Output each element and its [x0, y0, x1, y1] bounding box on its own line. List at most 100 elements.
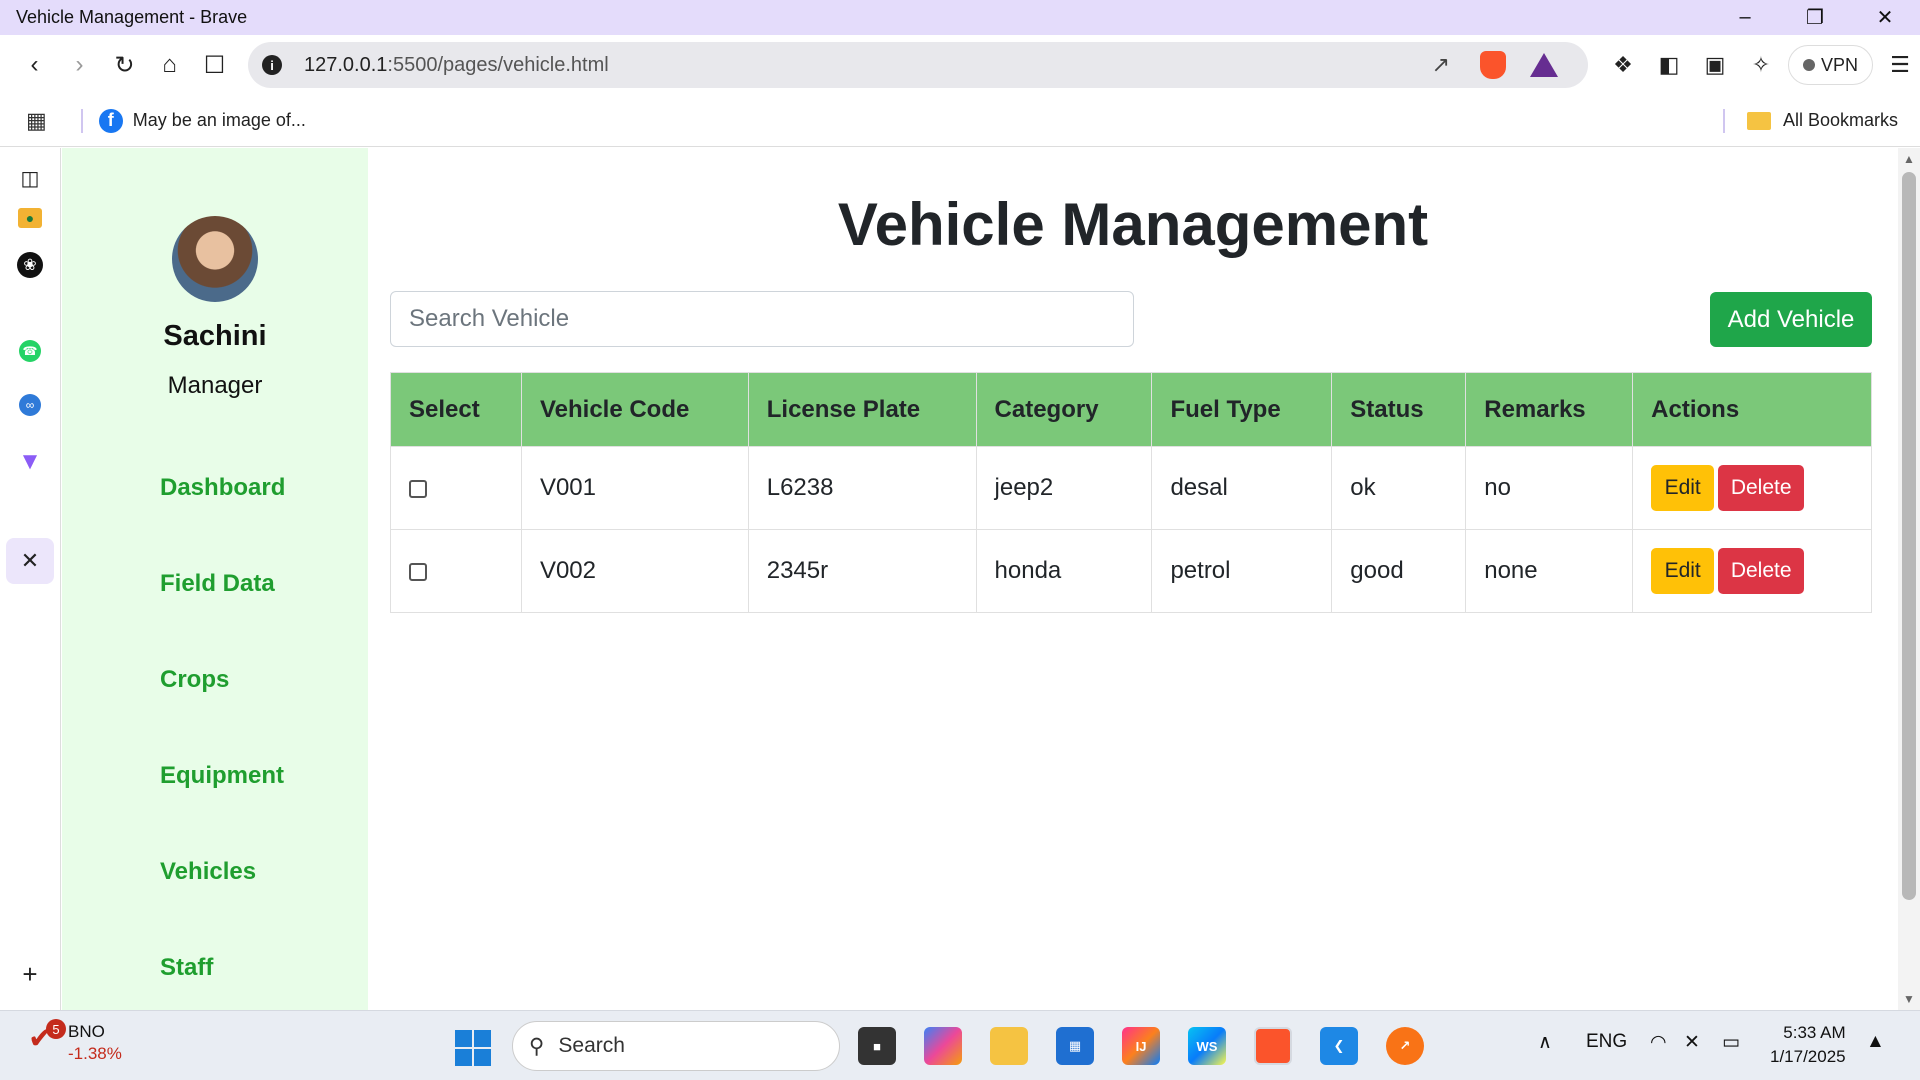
webstorm-icon[interactable]: WS	[1188, 1027, 1226, 1065]
site-info-icon[interactable]: i	[262, 55, 282, 75]
col-status: Status	[1331, 372, 1467, 447]
nav-vehicles[interactable]: Vehicles	[160, 858, 256, 886]
contacts-icon[interactable]: ●	[18, 208, 42, 228]
add-vehicle-button[interactable]: Add Vehicle	[1710, 292, 1872, 347]
row-select-checkbox[interactable]	[409, 562, 427, 581]
wifi-icon[interactable]: ◠	[1650, 1031, 1667, 1054]
bookmarks-divider	[80, 108, 83, 133]
table-row: V001 L6238 jeep2 desal ok no Edit Delete	[390, 446, 1872, 530]
postman-icon[interactable]: ↗	[1386, 1027, 1424, 1065]
microsoft-store-icon[interactable]: ▦	[1056, 1027, 1094, 1065]
taskbar-search[interactable]: ⚲ Search	[512, 1021, 840, 1071]
add-panel-icon[interactable]: +	[14, 958, 46, 990]
menu-icon[interactable]: ☰	[1877, 42, 1920, 88]
minimize-icon[interactable]: –	[1710, 0, 1780, 35]
bookmarks-divider-right	[1722, 108, 1725, 133]
main-content: Vehicle Management Add Vehicle Select Ve…	[368, 148, 1898, 1010]
user-name: Sachini	[163, 320, 267, 352]
col-fuel-type: Fuel Type	[1151, 372, 1333, 447]
apps-grid-icon[interactable]: ▦	[26, 108, 47, 134]
delete-button[interactable]: Delete	[1718, 465, 1805, 511]
home-icon[interactable]: ⌂	[147, 43, 192, 88]
clock-time: 5:33 AM	[1783, 1023, 1846, 1042]
windows-start-icon[interactable]	[455, 1030, 491, 1066]
page-scrollbar[interactable]: ▲ ▼	[1898, 148, 1920, 1010]
task-view-icon[interactable]: ■	[858, 1027, 896, 1065]
nav-staff[interactable]: Staff	[160, 954, 213, 982]
edit-button[interactable]: Edit	[1651, 548, 1715, 594]
close-panel-icon[interactable]: ✕	[6, 538, 54, 584]
delete-button[interactable]: Delete	[1718, 548, 1805, 594]
leo-ai-icon[interactable]: ✧	[1738, 42, 1784, 88]
col-select: Select	[390, 372, 522, 447]
notification-bell-icon[interactable]: ▲	[1866, 1031, 1885, 1053]
copilot-icon[interactable]	[924, 1027, 962, 1065]
link-icon[interactable]: ∞	[19, 394, 41, 416]
language-indicator[interactable]: ENG	[1586, 1031, 1627, 1053]
facebook-icon: f	[98, 108, 123, 133]
folder-icon	[1746, 111, 1771, 130]
cell-remarks: no	[1465, 446, 1634, 530]
cell-category: jeep2	[975, 446, 1153, 530]
nav-field-data[interactable]: Field Data	[160, 570, 275, 598]
taskbar: ✔ 5 BNO -1.38% ⚲ Search ■ ▦ IJ WS ❮ ↗ ∧ …	[0, 1010, 1920, 1080]
scroll-up-icon[interactable]: ▲	[1903, 152, 1915, 166]
nav-equipment[interactable]: Equipment	[160, 762, 284, 790]
stock-widget[interactable]: ✔ 5 BNO -1.38%	[28, 1019, 122, 1065]
cell-fuel-type: petrol	[1151, 529, 1333, 613]
bookmark-label: May be an image of...	[132, 110, 306, 130]
stock-change: -1.38%	[68, 1044, 122, 1063]
browser-toolbar: ‹ › ↻ ⌂ ☐ i 127.0.0.1:5500/pages/vehicle…	[0, 35, 1920, 95]
all-bookmarks-button[interactable]: All Bookmarks	[1722, 108, 1898, 133]
brave-rewards-icon[interactable]	[1530, 53, 1558, 77]
forward-icon[interactable]: ›	[57, 43, 102, 88]
table-header-row: Select Vehicle Code License Plate Catego…	[390, 372, 1872, 447]
page-title: Vehicle Management	[837, 191, 1429, 258]
edit-button[interactable]: Edit	[1651, 465, 1715, 511]
volume-muted-icon[interactable]: ✕	[1684, 1031, 1700, 1054]
row-select-checkbox[interactable]	[409, 479, 427, 498]
search-input[interactable]	[390, 291, 1134, 347]
bookmark-icon[interactable]: ☐	[192, 43, 237, 88]
share-icon[interactable]: ↗	[1432, 52, 1450, 78]
intellij-icon[interactable]: IJ	[1122, 1027, 1160, 1065]
vscode-icon[interactable]: ❮	[1320, 1027, 1358, 1065]
reload-icon[interactable]: ↻	[102, 43, 147, 88]
vite-icon[interactable]: ▼	[14, 446, 46, 478]
whatsapp-icon[interactable]: ☎	[19, 340, 41, 362]
tray-overflow-icon[interactable]: ∧	[1538, 1031, 1552, 1054]
clock-date: 1/17/2025	[1770, 1047, 1846, 1066]
close-window-icon[interactable]: ✕	[1850, 0, 1920, 35]
cell-license-plate: L6238	[747, 446, 977, 530]
scroll-down-icon[interactable]: ▼	[1903, 992, 1915, 1006]
url-text[interactable]: 127.0.0.1:5500/pages/vehicle.html	[304, 54, 609, 77]
reading-list-icon[interactable]: ◫	[14, 162, 46, 194]
file-explorer-icon[interactable]	[990, 1027, 1028, 1065]
cell-status: good	[1331, 529, 1467, 613]
back-icon[interactable]: ‹	[12, 43, 57, 88]
address-bar[interactable]: i 127.0.0.1:5500/pages/vehicle.html ↗	[248, 42, 1588, 88]
table-row: V002 2345r honda petrol good none Edit De…	[390, 529, 1872, 613]
sidebar-toggle-icon[interactable]: ◧	[1646, 42, 1692, 88]
vpn-button[interactable]: VPN	[1788, 45, 1874, 85]
system-clock[interactable]: 5:33 AM 1/17/2025	[1770, 1021, 1846, 1069]
chatgpt-icon[interactable]: ❀	[17, 252, 43, 278]
brave-shields-icon[interactable]	[1480, 51, 1506, 79]
wallet-icon[interactable]: ▣	[1692, 42, 1738, 88]
nav-dashboard[interactable]: Dashboard	[160, 474, 285, 502]
vpn-label: VPN	[1821, 54, 1859, 75]
cell-license-plate: 2345r	[747, 529, 977, 613]
scrollbar-thumb[interactable]	[1902, 172, 1916, 900]
cell-vehicle-code: V002	[520, 529, 749, 613]
nav-crops[interactable]: Crops	[160, 666, 229, 694]
cell-vehicle-code: V001	[520, 446, 749, 530]
window-titlebar: Vehicle Management - Brave – ❐ ✕	[0, 0, 1920, 35]
cell-category: honda	[975, 529, 1153, 613]
col-category: Category	[975, 372, 1153, 447]
brave-taskbar-icon[interactable]	[1254, 1027, 1292, 1065]
restore-icon[interactable]: ❐	[1780, 0, 1850, 35]
bookmark-facebook[interactable]: f May be an image of...	[98, 108, 306, 133]
extensions-icon[interactable]: ❖	[1600, 42, 1646, 88]
battery-icon[interactable]: ▭	[1722, 1031, 1740, 1054]
col-remarks: Remarks	[1465, 372, 1634, 447]
